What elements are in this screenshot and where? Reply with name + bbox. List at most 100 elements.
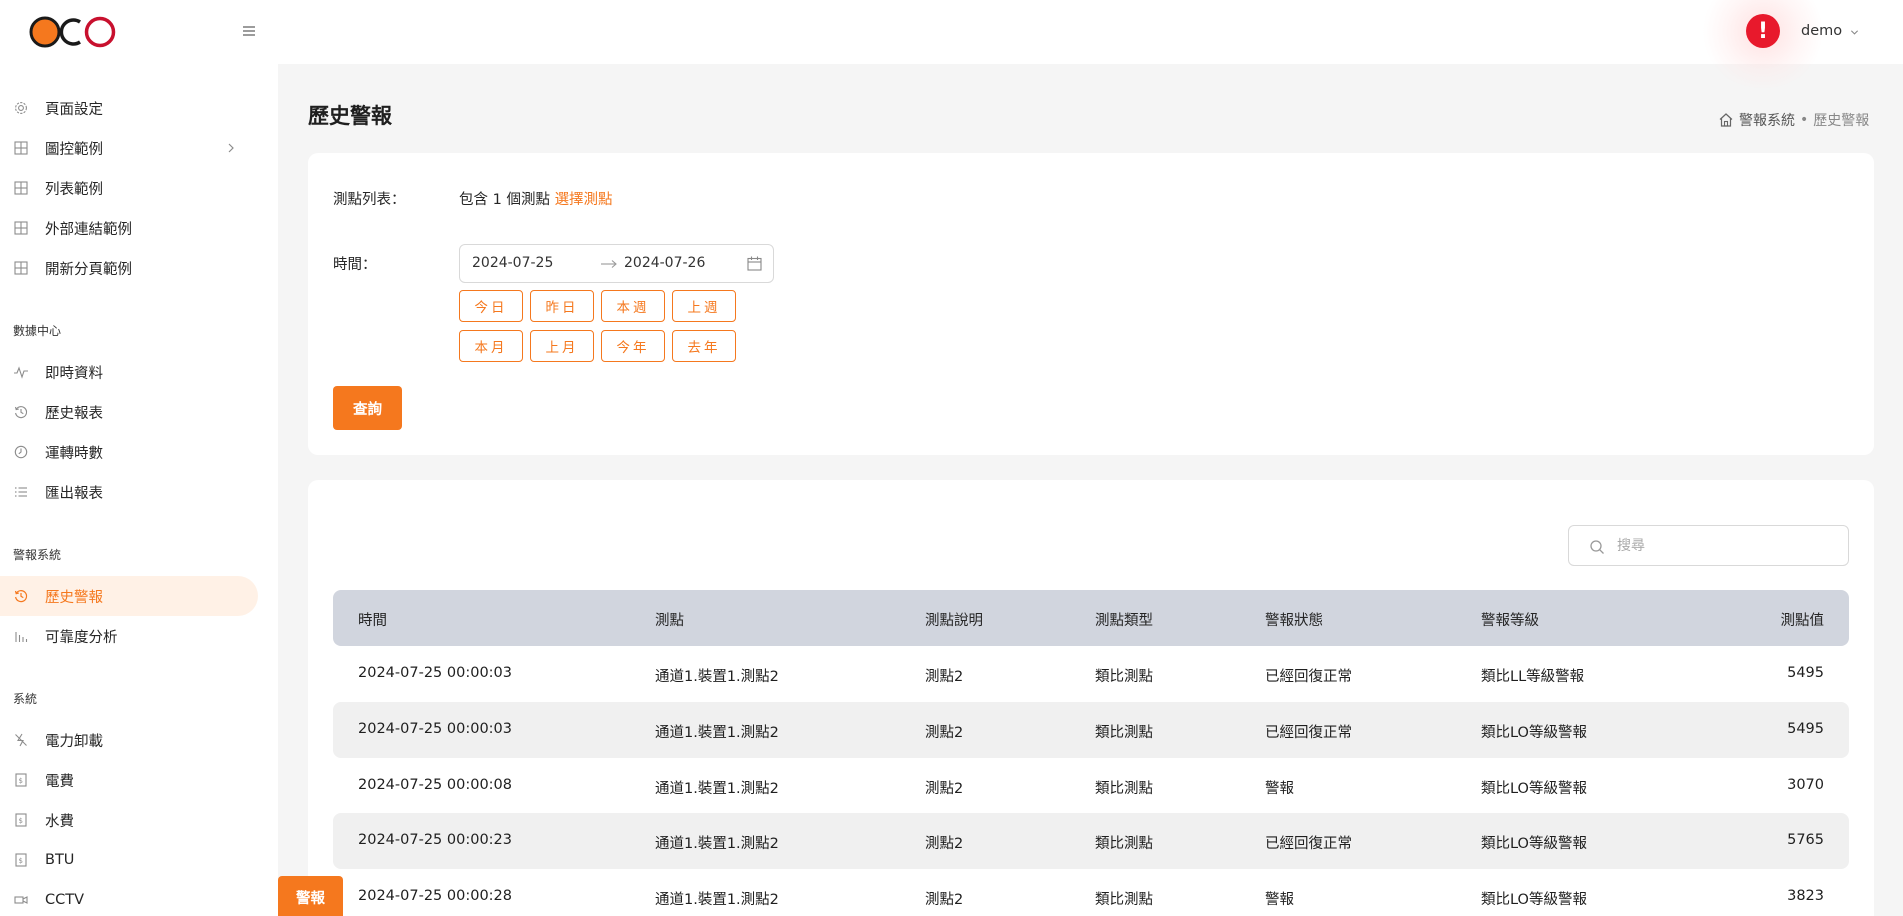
sidebar-item-label: BTU xyxy=(45,852,75,868)
sidebar-item-export-report[interactable]: 匯出報表 xyxy=(0,472,258,512)
grid-icon xyxy=(13,220,29,236)
cell-level: 類比LO等級警報 xyxy=(1481,892,1587,908)
cell-time: 2024-07-25 00:00:08 xyxy=(358,777,512,793)
column-header-point[interactable]: 測點 xyxy=(655,609,684,630)
sidebar-item-runtime-hours[interactable]: 運轉時數 xyxy=(0,432,258,472)
sidebar-item-external-link[interactable]: 外部連結範例 xyxy=(0,208,258,248)
sidebar-item-reliability[interactable]: 可靠度分析 xyxy=(0,616,258,656)
sidebar-item-history-report[interactable]: 歷史報表 xyxy=(0,392,258,432)
column-header-status[interactable]: 警報狀態 xyxy=(1265,609,1323,630)
bill-icon: $ xyxy=(13,812,29,828)
search-icon xyxy=(1590,540,1604,554)
sidebar-item-list-example[interactable]: 列表範例 xyxy=(0,168,258,208)
cell-value: 5495 xyxy=(1787,721,1824,737)
cell-type: 類比測點 xyxy=(1095,836,1153,852)
sidebar-item-label: 開新分頁範例 xyxy=(45,261,132,278)
cell-status: 警報 xyxy=(1265,781,1294,797)
time-label: 時間： xyxy=(333,257,377,273)
query-button[interactable]: 查詢 xyxy=(333,386,402,430)
breadcrumb-parent[interactable]: 警報系統 xyxy=(1739,110,1795,130)
preset-last-year-button[interactable]: 去年 xyxy=(672,330,736,362)
cell-time: 2024-07-25 00:00:03 xyxy=(358,665,512,681)
sidebar-item-power-shedding[interactable]: 電力卸載 xyxy=(0,720,258,760)
table-row[interactable]: 2024-07-25 00:00:03 通道1.裝置1.測點2 測點2 類比測點… xyxy=(333,646,1849,702)
sidebar-item-water-fee[interactable]: $ 水費 xyxy=(0,800,258,840)
sidebar-item-label: 列表範例 xyxy=(45,181,103,198)
sidebar-item-history-alarm[interactable]: 歷史警報 xyxy=(0,576,258,616)
column-header-description[interactable]: 測點說明 xyxy=(925,609,983,630)
sidebar-item-label: 電費 xyxy=(45,773,74,790)
cell-value: 3823 xyxy=(1787,888,1824,904)
preset-this-month-button[interactable]: 本月 xyxy=(459,330,523,362)
cell-description: 測點2 xyxy=(925,781,964,797)
cell-status: 警報 xyxy=(1265,892,1294,908)
column-header-type[interactable]: 測點類型 xyxy=(1095,609,1153,630)
date-end-input[interactable]: 2024-07-26 xyxy=(624,255,705,271)
cell-description: 測點2 xyxy=(925,836,964,852)
sidebar-item-electricity-fee[interactable]: $ 電費 xyxy=(0,760,258,800)
sidebar-item-graphic-control[interactable]: 圖控範例 xyxy=(0,128,258,168)
preset-last-month-button[interactable]: 上月 xyxy=(530,330,594,362)
cell-point: 通道1.裝置1.測點2 xyxy=(655,892,779,908)
table-row[interactable]: 2024-07-25 00:00:28 通道1.裝置1.測點2 測點2 類比測點… xyxy=(333,869,1849,916)
cell-time: 2024-07-25 00:00:28 xyxy=(358,888,512,904)
cell-type: 類比測點 xyxy=(1095,781,1153,797)
cell-status: 已經回復正常 xyxy=(1265,669,1352,685)
select-points-link[interactable]: 選擇測點 xyxy=(555,192,613,208)
cell-level: 類比LO等級警報 xyxy=(1481,836,1587,852)
sidebar-item-label: 匯出報表 xyxy=(45,485,103,502)
oco-logo[interactable] xyxy=(28,14,120,50)
search-input[interactable] xyxy=(1617,535,1837,557)
sidebar-item-cctv[interactable]: CCTV xyxy=(0,880,258,916)
date-range-picker[interactable]: 2024-07-25 2024-07-26 xyxy=(459,244,774,283)
preset-yesterday-button[interactable]: 昨日 xyxy=(530,290,594,322)
grid-icon xyxy=(13,140,29,156)
top-header xyxy=(278,0,1903,64)
table-row[interactable]: 2024-07-25 00:00:03 通道1.裝置1.測點2 測點2 類比測點… xyxy=(333,702,1849,758)
cell-description: 測點2 xyxy=(925,725,964,741)
sidebar-item-label: 頁面設定 xyxy=(45,101,103,118)
column-header-time[interactable]: 時間 xyxy=(358,609,387,630)
column-header-level[interactable]: 警報等級 xyxy=(1481,609,1539,630)
table-row[interactable]: 2024-07-25 00:00:08 通道1.裝置1.測點2 測點2 類比測點… xyxy=(333,758,1849,814)
cell-value: 5495 xyxy=(1787,665,1824,681)
gear-icon xyxy=(13,100,29,116)
grid-icon xyxy=(13,260,29,276)
cell-value: 3070 xyxy=(1787,777,1824,793)
cell-type: 類比測點 xyxy=(1095,892,1153,908)
sidebar-item-btu[interactable]: $ BTU xyxy=(0,840,258,880)
sidebar-item-realtime[interactable]: 即時資料 xyxy=(0,352,258,392)
sidebar-item-new-tab[interactable]: 開新分頁範例 xyxy=(0,248,258,288)
sidebar-item-label: 歷史警報 xyxy=(45,589,103,606)
date-start-input[interactable]: 2024-07-25 xyxy=(472,255,553,271)
sidebar-group-title: 系統 xyxy=(13,692,38,706)
cell-level: 類比LL等級警報 xyxy=(1481,669,1585,685)
pulse-icon xyxy=(13,364,29,380)
table-row[interactable]: 2024-07-25 00:00:23 通道1.裝置1.測點2 測點2 類比測點… xyxy=(333,813,1849,869)
page-title: 歷史警報 xyxy=(308,104,392,128)
calendar-icon[interactable] xyxy=(747,256,762,271)
preset-last-week-button[interactable]: 上週 xyxy=(672,290,736,322)
user-menu[interactable]: demo xyxy=(1801,23,1842,39)
preset-this-year-button[interactable]: 今年 xyxy=(601,330,665,362)
cell-level: 類比LO等級警報 xyxy=(1481,781,1587,797)
preset-this-week-button[interactable]: 本週 xyxy=(601,290,665,322)
column-header-value[interactable]: 測點值 xyxy=(1781,609,1825,630)
svg-text:$: $ xyxy=(19,817,23,825)
sidebar-item-label: CCTV xyxy=(45,892,85,908)
bill-icon: $ xyxy=(13,852,29,868)
alert-icon[interactable]: ! xyxy=(1746,14,1780,48)
preset-today-button[interactable]: 今日 xyxy=(459,290,523,322)
chevron-down-icon[interactable] xyxy=(1850,28,1859,37)
history-icon xyxy=(13,404,29,420)
floating-alert-tab[interactable]: 警報 xyxy=(278,876,343,916)
home-icon[interactable] xyxy=(1718,112,1734,128)
svg-text:$: $ xyxy=(19,777,23,785)
cell-point: 通道1.裝置1.測點2 xyxy=(655,669,779,685)
arrow-right-icon xyxy=(601,260,617,268)
list-icon xyxy=(13,484,29,500)
sidebar-item-label: 電力卸載 xyxy=(45,733,103,750)
sidebar-item-page-settings[interactable]: 頁面設定 xyxy=(0,88,258,128)
menu-collapse-icon[interactable] xyxy=(242,24,256,38)
search-box[interactable] xyxy=(1568,525,1849,566)
